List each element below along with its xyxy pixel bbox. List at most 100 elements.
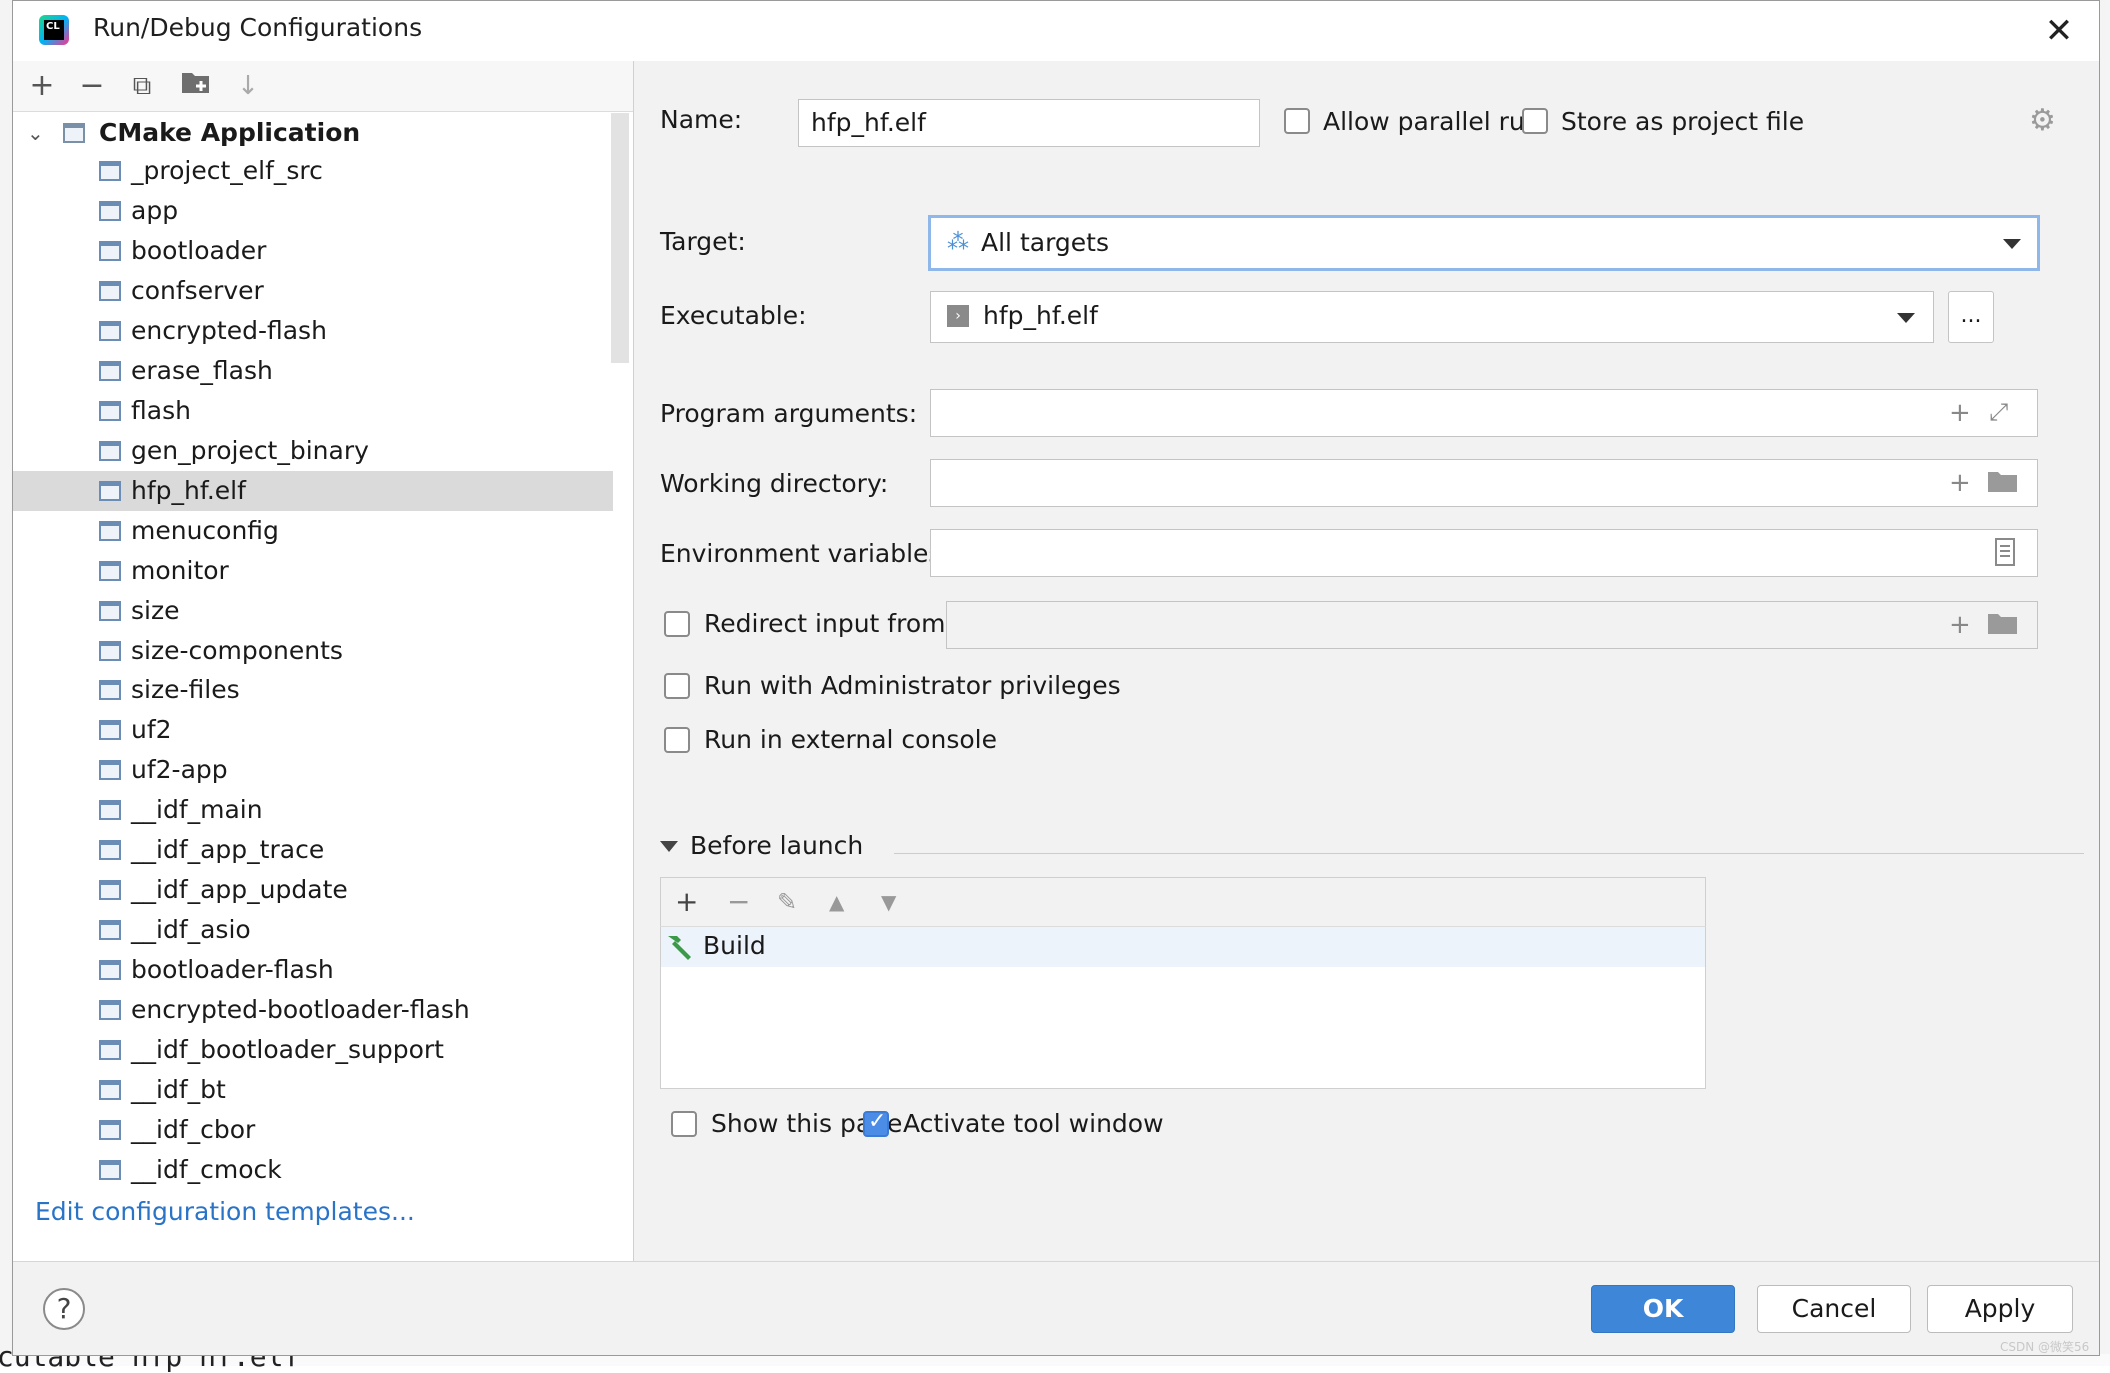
move-down-icon[interactable]: ▼: [881, 884, 896, 920]
tree-item-label: bootloader-flash: [131, 955, 334, 985]
run-as-admin-checkbox[interactable]: [664, 673, 690, 699]
tree-item[interactable]: app: [13, 191, 613, 231]
folder-icon[interactable]: [1987, 468, 2019, 501]
tree-item[interactable]: hfp_hf.elf: [13, 470, 613, 511]
new-folder-icon[interactable]: [179, 69, 213, 103]
cmake-target-icon: [99, 1160, 121, 1180]
expand-icon[interactable]: ⤢: [1989, 397, 2008, 427]
edit-task-icon[interactable]: ✎: [777, 884, 797, 920]
tree-root-cmake-application[interactable]: ⌄ CMake Application: [13, 113, 613, 153]
add-task-icon[interactable]: +: [675, 884, 698, 920]
tree-item-label: encrypted-flash: [131, 315, 327, 345]
collapse-arrow-icon[interactable]: [660, 841, 678, 852]
cmake-target-icon: [99, 1120, 121, 1141]
allow-parallel-checkbox[interactable]: [1284, 108, 1310, 134]
tree-item-label: __idf_app_trace: [131, 835, 325, 865]
cmake-target-icon: [99, 320, 121, 341]
program-args-field[interactable]: + ⤢: [930, 389, 2038, 437]
tree-item[interactable]: erase_flash: [13, 351, 613, 391]
executable-select[interactable]: › hfp_hf.elf: [930, 291, 1934, 343]
tree-item-label: size-components: [131, 635, 343, 665]
cmake-target-icon: [99, 960, 121, 981]
tree-item[interactable]: size-components: [13, 631, 613, 671]
name-field[interactable]: hfp_hf.elf: [798, 99, 1260, 147]
redirect-input-field[interactable]: +: [946, 601, 2038, 649]
sidebar-toolbar: + − ⧉ ↓: [13, 61, 633, 112]
working-dir-field[interactable]: +: [930, 459, 2038, 507]
tree-item[interactable]: uf2: [13, 710, 613, 750]
cmake-target-icon: [99, 200, 121, 221]
tree-item-label: __idf_app_update: [131, 875, 348, 905]
watermark: CSDN @微笑56: [2000, 1340, 2090, 1354]
configuration-tree: ⌄ CMake Application _project_elf_src app boo…: [13, 113, 613, 1193]
targets-icon: ⁂: [947, 230, 969, 255]
tree-item[interactable]: uf2-app: [13, 750, 613, 790]
activate-tool-window-checkbox[interactable]: [863, 1109, 889, 1137]
tree-item[interactable]: size-files: [13, 670, 613, 710]
cmake-target-icon: [99, 480, 121, 501]
close-icon[interactable]: ✕: [2039, 11, 2079, 51]
plus-icon[interactable]: +: [1949, 468, 1971, 498]
document-icon[interactable]: [1995, 538, 2015, 573]
show-page-checkbox[interactable]: [671, 1111, 697, 1137]
tree-item-label: __idf_asio: [131, 915, 251, 945]
apply-button[interactable]: Apply: [1927, 1285, 2073, 1333]
name-label: Name:: [660, 105, 743, 134]
chevron-down-icon[interactable]: ⌄: [27, 113, 44, 153]
folder-icon[interactable]: [1987, 610, 2019, 643]
gear-icon[interactable]: ⚙: [2029, 103, 2056, 138]
tree-item-label: uf2-app: [131, 755, 228, 785]
tree-item[interactable]: __idf_asio: [13, 910, 613, 950]
cmake-target-icon: [99, 1040, 121, 1061]
list-item[interactable]: Build: [661, 927, 1705, 967]
run-debug-dialog: CL Run/Debug Configurations ✕ + − ⧉ ↓ ⌄ C…: [12, 0, 2100, 1356]
allow-parallel-label: Allow parallel run: [1323, 107, 1541, 136]
tree-item[interactable]: __idf_app_trace: [13, 830, 613, 870]
tree-item[interactable]: _project_elf_src: [13, 151, 613, 191]
tree-item[interactable]: __idf_cbor: [13, 1110, 613, 1150]
remove-task-icon[interactable]: −: [727, 884, 750, 920]
tree-item-label: menuconfig: [131, 515, 279, 545]
tree-item-label: gen_project_binary: [131, 435, 369, 465]
task-label: Build: [703, 931, 766, 960]
tree-item[interactable]: monitor: [13, 551, 613, 591]
tree-item[interactable]: __idf_app_update: [13, 870, 613, 910]
move-up-icon[interactable]: ▲: [829, 884, 844, 920]
env-vars-field[interactable]: [930, 529, 2038, 577]
sort-icon[interactable]: ↓: [231, 69, 265, 103]
tree-item[interactable]: bootloader-flash: [13, 950, 613, 990]
ok-button[interactable]: OK: [1591, 1285, 1735, 1333]
tree-item[interactable]: flash: [13, 391, 613, 431]
tree-item[interactable]: bootloader: [13, 231, 613, 271]
tree-item[interactable]: gen_project_binary: [13, 431, 613, 471]
tree-item[interactable]: __idf_bt: [13, 1070, 613, 1110]
copy-configuration-icon[interactable]: ⧉: [125, 69, 159, 103]
tree-item[interactable]: menuconfig: [13, 511, 613, 551]
target-select[interactable]: ⁂ All targets: [928, 215, 2040, 271]
help-button[interactable]: ?: [43, 1288, 85, 1330]
plus-icon[interactable]: +: [1949, 398, 1971, 428]
plus-icon[interactable]: +: [1949, 610, 1971, 640]
tree-item[interactable]: encrypted-bootloader-flash: [13, 990, 613, 1030]
store-project-checkbox[interactable]: [1522, 108, 1548, 134]
edit-templates-link[interactable]: Edit configuration templates...: [35, 1197, 415, 1226]
external-console-checkbox[interactable]: [664, 727, 690, 753]
tree-item[interactable]: size: [13, 591, 613, 631]
tree-item[interactable]: __idf_cmock: [13, 1150, 613, 1190]
working-dir-label: Working directory:: [660, 469, 889, 498]
tree-item-label: monitor: [131, 555, 229, 585]
browse-executable-button[interactable]: ...: [1948, 291, 1994, 343]
redirect-input-checkbox[interactable]: [664, 611, 690, 637]
tree-item-label: __idf_bootloader_support: [131, 1035, 444, 1065]
cancel-button[interactable]: Cancel: [1757, 1285, 1911, 1333]
tree-item-label: _project_elf_src: [131, 156, 323, 185]
add-configuration-icon[interactable]: +: [25, 69, 59, 103]
tree-scrollbar[interactable]: [611, 113, 629, 363]
tree-item[interactable]: encrypted-flash: [13, 311, 613, 351]
tree-item[interactable]: __idf_bootloader_support: [13, 1030, 613, 1070]
tree-item[interactable]: __idf_main: [13, 790, 613, 830]
cmake-target-icon: [99, 1080, 121, 1101]
tree-item[interactable]: confserver: [13, 271, 613, 311]
cmake-target-icon: [99, 720, 121, 741]
remove-configuration-icon[interactable]: −: [75, 69, 109, 103]
